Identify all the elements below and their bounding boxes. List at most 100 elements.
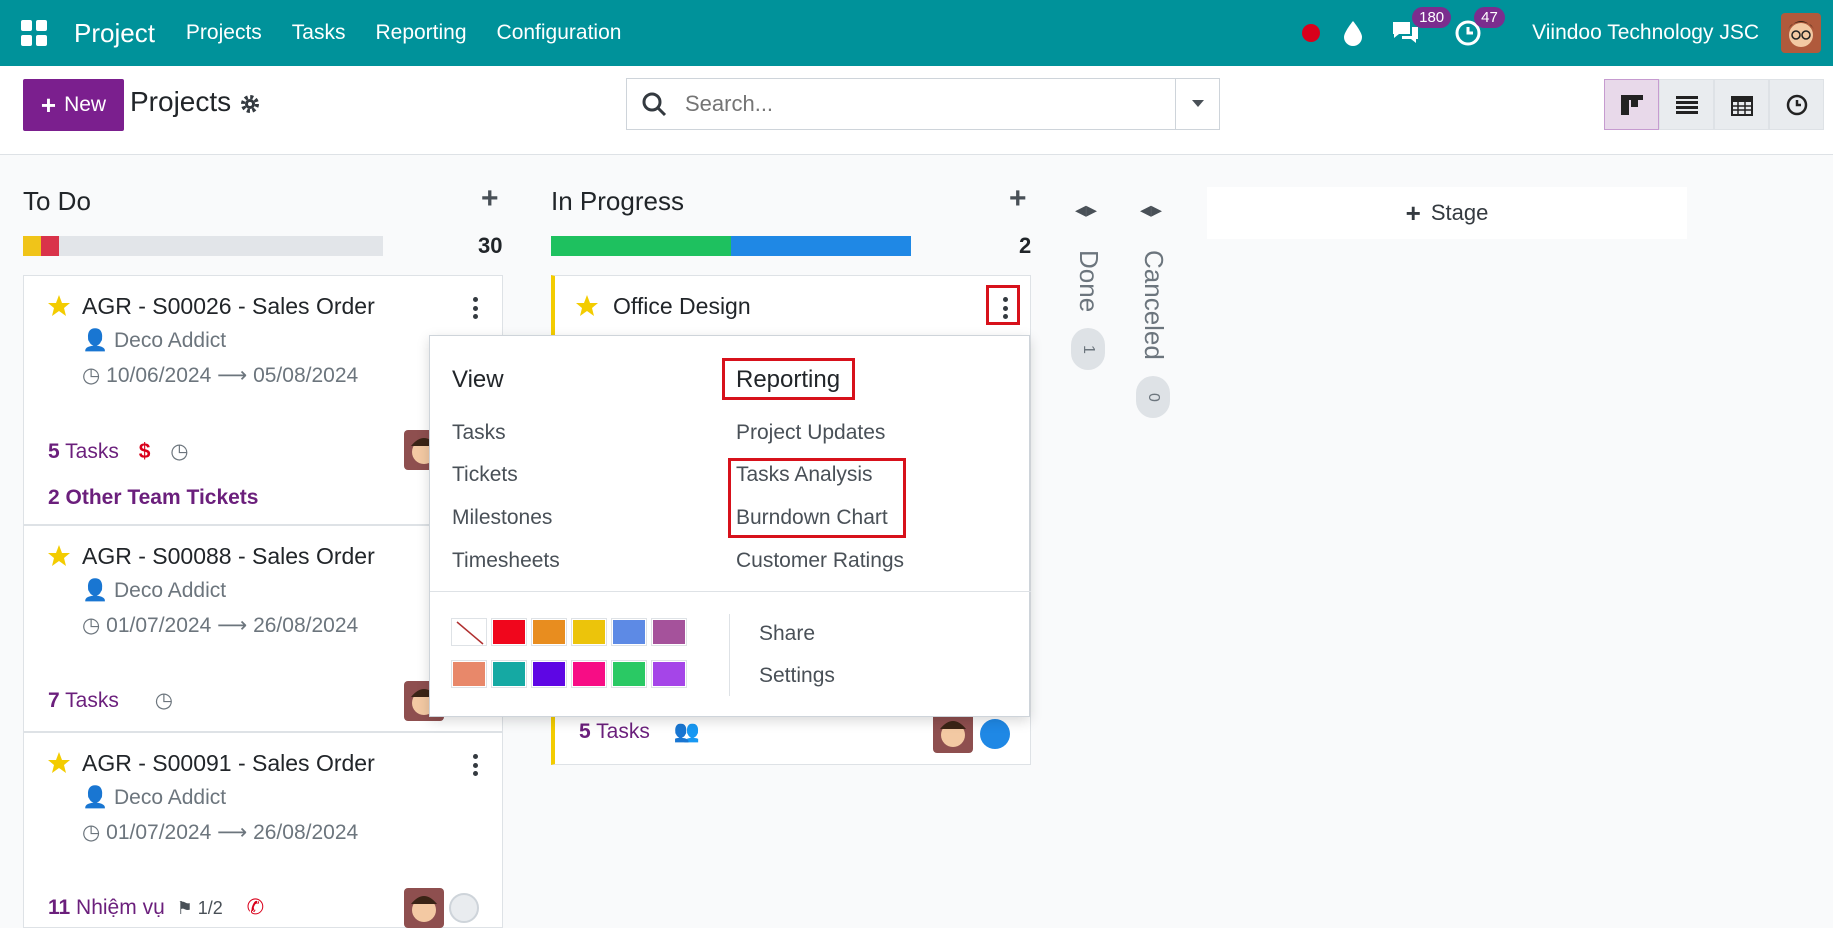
- navbar-systray: 180 47 Viindoo Technology JSC: [1302, 0, 1833, 66]
- color-swatch[interactable]: [651, 660, 687, 688]
- column-count: 30: [478, 233, 503, 258]
- customer-ratings-item[interactable]: Customer Ratings: [736, 549, 904, 573]
- color-swatch[interactable]: [491, 618, 527, 646]
- company-switcher[interactable]: Viindoo Technology JSC: [1532, 21, 1759, 45]
- clock-icon: ◷: [82, 821, 101, 844]
- menu-projects[interactable]: Projects: [186, 21, 262, 45]
- color-swatch[interactable]: [531, 660, 567, 688]
- phone-icon[interactable]: ✆: [247, 896, 265, 919]
- arrow-right-icon: ⟶: [217, 364, 248, 387]
- color-swatch[interactable]: [451, 660, 487, 688]
- card-customer: 👤 Deco Addict: [82, 579, 227, 602]
- assignee-avatar[interactable]: [933, 713, 973, 753]
- card-dates: ◷ 01/07/2024 ⟶ 26/08/2024: [82, 614, 359, 637]
- unfold-arrows-icon[interactable]: ◂▸: [1140, 197, 1162, 223]
- kebab-menu-icon[interactable]: [473, 297, 479, 319]
- dollar-icon: $: [138, 440, 151, 463]
- column-progressbar[interactable]: [23, 236, 383, 256]
- apps-grid-icon[interactable]: [21, 20, 47, 46]
- control-panel: + New Projects: [0, 66, 1833, 155]
- messages-badge: 180: [1412, 7, 1452, 28]
- color-swatch[interactable]: [531, 618, 567, 646]
- users-icon: 👥: [673, 720, 700, 743]
- card-title: Office Design: [613, 293, 751, 319]
- app-brand[interactable]: Project: [74, 18, 155, 49]
- clock-icon: [1786, 94, 1807, 115]
- column-count: 1: [1071, 328, 1105, 370]
- assignee-avatar[interactable]: [404, 888, 444, 928]
- view-timesheets-item[interactable]: Timesheets: [452, 549, 560, 573]
- progress-segment[interactable]: [731, 236, 911, 256]
- gear-icon[interactable]: [238, 92, 262, 116]
- card-dates: ◷ 01/07/2024 ⟶ 26/08/2024: [82, 821, 359, 844]
- search-icon: [642, 92, 667, 117]
- record-icon[interactable]: [1302, 24, 1321, 42]
- share-item[interactable]: Share: [759, 622, 815, 646]
- card-title: AGR - S00026 - Sales Order: [82, 293, 375, 319]
- clock-icon[interactable]: ◷: [170, 440, 188, 463]
- add-stage-button[interactable]: + Stage: [1207, 187, 1687, 239]
- color-swatch[interactable]: [491, 660, 527, 688]
- color-swatch[interactable]: [611, 660, 647, 688]
- dropdown-vertical-separator: [729, 614, 730, 696]
- tasks-link[interactable]: 5 Tasks $ ◷: [48, 439, 189, 464]
- new-button[interactable]: + New: [23, 79, 124, 131]
- star-icon[interactable]: [47, 544, 71, 568]
- menu-tasks[interactable]: Tasks: [292, 21, 346, 45]
- color-swatch[interactable]: [571, 618, 607, 646]
- star-icon[interactable]: [47, 751, 71, 775]
- settings-item[interactable]: Settings: [759, 664, 835, 688]
- kebab-menu-icon[interactable]: [473, 754, 479, 776]
- no-color-swatch[interactable]: [451, 618, 487, 646]
- view-tasks-item[interactable]: Tasks: [452, 421, 506, 445]
- search-bar: [626, 78, 1220, 130]
- arrow-right-icon: ⟶: [217, 614, 248, 637]
- star-icon[interactable]: [47, 294, 71, 318]
- project-updates-item[interactable]: Project Updates: [736, 421, 885, 445]
- view-milestones-item[interactable]: Milestones: [452, 506, 552, 530]
- kanban-icon: [1620, 94, 1643, 115]
- color-swatch[interactable]: [571, 660, 607, 688]
- column-add-icon[interactable]: +: [481, 182, 499, 216]
- menu-reporting[interactable]: Reporting: [375, 21, 466, 45]
- project-card[interactable]: AGR - S00091 - Sales Order 👤 Deco Addict…: [23, 732, 503, 928]
- list-view-button[interactable]: [1659, 79, 1714, 130]
- unfold-arrows-icon[interactable]: ◂▸: [1075, 197, 1097, 223]
- tasks-link[interactable]: 5 Tasks 👥: [579, 720, 700, 744]
- progress-segment[interactable]: [551, 236, 731, 256]
- highlight-box: [722, 358, 855, 400]
- user-avatar[interactable]: [1781, 13, 1821, 53]
- calendar-view-button[interactable]: [1714, 79, 1769, 130]
- menu-configuration[interactable]: Configuration: [497, 21, 622, 45]
- column-title: In Progress: [551, 186, 684, 216]
- color-swatch[interactable]: [611, 618, 647, 646]
- activity-view-button[interactable]: [1769, 79, 1824, 130]
- arrow-right-icon: ⟶: [217, 821, 248, 844]
- search-options-toggle[interactable]: [1175, 79, 1219, 129]
- search-input[interactable]: [685, 91, 1155, 117]
- water-drop-icon[interactable]: [1342, 20, 1364, 46]
- star-icon[interactable]: [575, 294, 599, 318]
- column-progressbar[interactable]: [551, 236, 911, 256]
- status-circle[interactable]: [449, 893, 479, 923]
- tasks-link[interactable]: 7 Tasks ◷: [48, 688, 173, 713]
- dropdown-separator: [430, 591, 1031, 592]
- card-customer: 👤 Deco Addict: [82, 786, 227, 809]
- column-add-icon[interactable]: +: [1009, 182, 1027, 216]
- other-team-tickets-link[interactable]: 2 Other Team Tickets: [48, 486, 258, 510]
- color-swatch[interactable]: [651, 618, 687, 646]
- tasks-link[interactable]: 11 Nhiệm vụ ⚑ 1/2 ✆: [48, 895, 264, 920]
- person-icon: 👤: [82, 329, 109, 352]
- column-count: 0: [1136, 376, 1170, 418]
- view-tickets-item[interactable]: Tickets: [452, 463, 518, 487]
- progress-segment[interactable]: [23, 236, 41, 256]
- clock-icon[interactable]: ◷: [155, 689, 173, 712]
- column-title: Canceled: [1139, 250, 1169, 360]
- kanban-view-button[interactable]: [1604, 79, 1659, 130]
- project-card-dropdown: View Tasks Tickets Milestones Timesheets…: [429, 335, 1031, 717]
- activities-icon[interactable]: 47: [1454, 7, 1505, 47]
- status-circle[interactable]: [980, 719, 1010, 749]
- clock-icon: ◷: [82, 364, 101, 387]
- messages-icon[interactable]: 180: [1390, 7, 1452, 47]
- progress-segment[interactable]: [41, 236, 59, 256]
